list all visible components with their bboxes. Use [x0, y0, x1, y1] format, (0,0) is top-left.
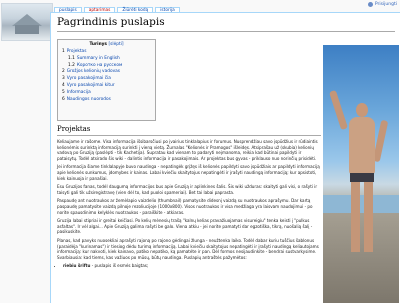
paragraph: Esu Gruzijos fanas, todėl daugumą inform…: [57, 184, 318, 195]
site-logo[interactable]: [1, 3, 53, 41]
login-link[interactable]: Prisijungti: [375, 2, 397, 7]
photo-figure-arm: [372, 119, 389, 163]
paragraph: Planas, kad pavyks nuosekliai aprašyti r…: [57, 237, 319, 260]
page-title: Pagrindinis puslapis: [57, 16, 165, 28]
table-of-contents: Turinys [slėpti] 1 Projektas 1.1 Summary i…: [57, 39, 156, 121]
photo-sea: [323, 195, 399, 213]
paragraph: Paspaudę ant nuotraukos ar žemėlapio vai…: [57, 198, 313, 215]
list-item: riebiu šriftu - puslapis iš esmės baigta…: [63, 263, 321, 269]
toc-title: Turinys: [89, 42, 107, 47]
toc-item[interactable]: 4 Vyro pasakojimai kitur: [62, 83, 155, 90]
toc-item[interactable]: 1.1 Summary in English: [62, 56, 155, 63]
article-body: Keliaujame ir rašome. Visa informacija i…: [57, 139, 321, 269]
photo-figure-torso: [349, 117, 375, 175]
paragraph: Keliaujame ir rašome. Visa informacija i…: [57, 139, 318, 161]
photo-figure-arm: [328, 89, 349, 131]
paragraph: Gruzija labai stipriai ir greitai keičia…: [57, 218, 313, 235]
toc-item[interactable]: 5 Informacija: [62, 90, 155, 97]
toc-header: Turinys [slėpti]: [58, 42, 155, 47]
paragraph: Jei informacija šiame tinklalapyje buvo …: [57, 164, 320, 181]
photo-figure-leg: [364, 182, 373, 252]
toc-item[interactable]: 6 Naudingos nuorodos: [62, 97, 155, 104]
photo-shore: [323, 213, 399, 303]
toc-list: 1 Projektas 1.1 Summary in English 1.2 Коро…: [62, 49, 155, 103]
photo-figure-head: [356, 103, 368, 117]
toc-item[interactable]: 3 Vyro pasakojimai čia: [62, 76, 155, 83]
section-heading: Projektas: [57, 125, 91, 133]
thumbnail-photo[interactable]: [323, 45, 399, 303]
photo-figure-shorts: [350, 173, 374, 182]
status-list: riebiu šriftu - puslapis iš esmės baigta…: [57, 263, 321, 269]
toc-hide-link[interactable]: [slėpti]: [108, 42, 123, 47]
title-divider: [57, 31, 395, 32]
toc-item[interactable]: 1 Projektas: [62, 49, 155, 56]
logo-house: [15, 25, 39, 34]
section-divider: [57, 135, 321, 136]
user-icon: [367, 1, 373, 7]
content-area: Pagrindinis puslapis Turinys [slėpti] 1P…: [50, 12, 400, 303]
photo-figure-leg: [351, 182, 360, 252]
personal-tools: Prisijungti: [367, 0, 397, 8]
